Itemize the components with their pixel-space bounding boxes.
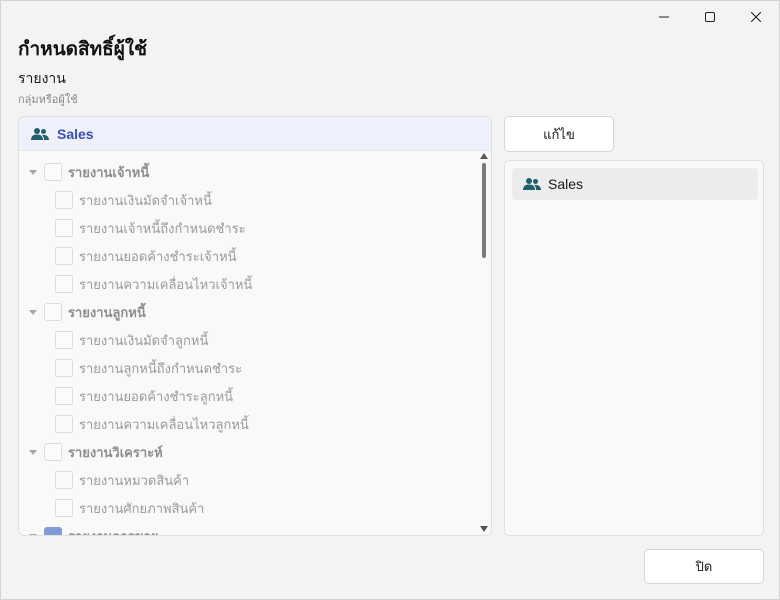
- tree-item-label: รายงานยอดค้างชำระเจ้าหนี้: [79, 248, 237, 264]
- tree-group-row[interactable]: รายงานวิเคราะห์: [29, 438, 163, 466]
- tree-item-row[interactable]: รายงานหมวดสินค้า: [55, 466, 189, 494]
- section-title: รายงาน: [18, 70, 66, 86]
- tree-item-label: รายงานหมวดสินค้า: [79, 472, 190, 488]
- permission-checkbox[interactable]: [44, 303, 62, 321]
- permission-checkbox[interactable]: [55, 387, 73, 405]
- tree-item-label: รายงานศักยภาพสินค้า: [79, 500, 205, 516]
- permission-checkbox[interactable]: [55, 219, 73, 237]
- permission-checkbox[interactable]: [55, 247, 73, 265]
- close-button[interactable]: ปิด: [644, 549, 764, 584]
- tree-item-row[interactable]: รายงานเงินมัดจำเจ้าหนี้: [55, 186, 212, 214]
- tree-item-label: รายงานยอดค้างชำระลูกหนี้: [79, 388, 234, 404]
- users-icon: [523, 178, 541, 190]
- close-icon: [751, 12, 761, 22]
- tree-item-label: รายงานความเคลื่อนไหวลูกหนี้: [79, 416, 249, 432]
- tree-group-row[interactable]: รายงานการขาย: [29, 522, 158, 535]
- tree-item-row[interactable]: รายงานเจ้าหนี้ถึงกำหนดชำระ: [55, 214, 246, 242]
- edit-button[interactable]: แก้ไข: [504, 116, 614, 152]
- permission-tree-panel: Sales รายงานการขายรายงานศักยภาพสินค้าราย…: [18, 116, 492, 536]
- tree-item-row[interactable]: รายงานลูกหนี้ถึงกำหนดชำระ: [55, 354, 242, 382]
- users-icon: [31, 127, 49, 140]
- permission-tree: รายงานการขาย รายงานศักยภาพสินค้า รายงานหมว…: [19, 151, 491, 535]
- permission-checkbox[interactable]: [44, 527, 62, 535]
- permission-checkbox[interactable]: [55, 415, 73, 433]
- tree-item-label: รายงานเจ้าหนี้: [68, 164, 150, 180]
- permission-checkbox[interactable]: [55, 471, 73, 489]
- scroll-up-arrow-icon[interactable]: [480, 153, 488, 159]
- tree-item-row[interactable]: รายงานความเคลื่อนไหวลูกหนี้: [55, 410, 249, 438]
- tree-item-row[interactable]: รายงานความเคลื่อนไหวเจ้าหนี้: [55, 270, 252, 298]
- expand-caret-icon[interactable]: [29, 309, 37, 315]
- tree-item-label: รายงานลูกหนี้: [68, 304, 146, 320]
- tree-group-row[interactable]: รายงานเจ้าหนี้: [29, 158, 149, 186]
- tree-group-row[interactable]: รายงานลูกหนี้: [29, 298, 146, 326]
- minimize-icon: [659, 16, 669, 18]
- expand-caret-icon[interactable]: [29, 169, 37, 175]
- maximize-button[interactable]: [687, 1, 733, 33]
- tree-item-row[interactable]: รายงานเงินมัดจำลูกหนี้: [55, 326, 208, 354]
- permission-checkbox[interactable]: [55, 191, 73, 209]
- tree-item-label: รายงานการขาย: [68, 526, 158, 536]
- close-window-button[interactable]: [733, 1, 779, 33]
- maximize-icon: [705, 12, 715, 22]
- permission-checkbox[interactable]: [55, 359, 73, 377]
- permission-checkbox[interactable]: [55, 275, 73, 293]
- selected-group-header: Sales: [19, 117, 491, 151]
- tree-item-label: รายงานเงินมัดจำลูกหนี้: [79, 332, 209, 348]
- window-controls: [641, 1, 779, 33]
- tree-scrollbar[interactable]: [479, 151, 489, 535]
- group-list-item[interactable]: Sales: [512, 168, 758, 200]
- section-subtitle: กลุ่มหรือผู้ใช้: [18, 94, 78, 106]
- permission-checkbox[interactable]: [44, 443, 62, 461]
- group-list-item-label: Sales: [548, 176, 584, 192]
- expand-caret-icon[interactable]: [29, 533, 37, 535]
- group-list-panel: Sales: [504, 160, 764, 536]
- scroll-down-arrow-icon[interactable]: [480, 526, 488, 532]
- tree-item-row[interactable]: รายงานศักยภาพสินค้า: [55, 494, 204, 522]
- tree-item-label: รายงานวิเคราะห์: [68, 444, 163, 460]
- tree-item-row[interactable]: รายงานยอดค้างชำระลูกหนี้: [55, 382, 233, 410]
- tree-item-label: รายงานเจ้าหนี้ถึงกำหนดชำระ: [79, 220, 246, 236]
- dialog-window: กำหนดสิทธิ์ผู้ใช้ รายงาน กลุ่มหรือผู้ใช้…: [0, 0, 780, 600]
- tree-item-label: รายงานความเคลื่อนไหวเจ้าหนี้: [79, 276, 253, 292]
- selected-group-label: Sales: [57, 125, 94, 142]
- permission-checkbox[interactable]: [55, 499, 73, 517]
- permission-checkbox[interactable]: [55, 331, 73, 349]
- page-title: กำหนดสิทธิ์ผู้ใช้: [18, 39, 148, 60]
- tree-item-row[interactable]: รายงานยอดค้างชำระเจ้าหนี้: [55, 242, 237, 270]
- tree-item-label: รายงานเงินมัดจำเจ้าหนี้: [79, 192, 212, 208]
- expand-caret-icon[interactable]: [29, 449, 37, 455]
- scroll-thumb[interactable]: [482, 163, 486, 258]
- tree-item-label: รายงานลูกหนี้ถึงกำหนดชำระ: [79, 360, 243, 376]
- permission-checkbox[interactable]: [44, 163, 62, 181]
- minimize-button[interactable]: [641, 1, 687, 33]
